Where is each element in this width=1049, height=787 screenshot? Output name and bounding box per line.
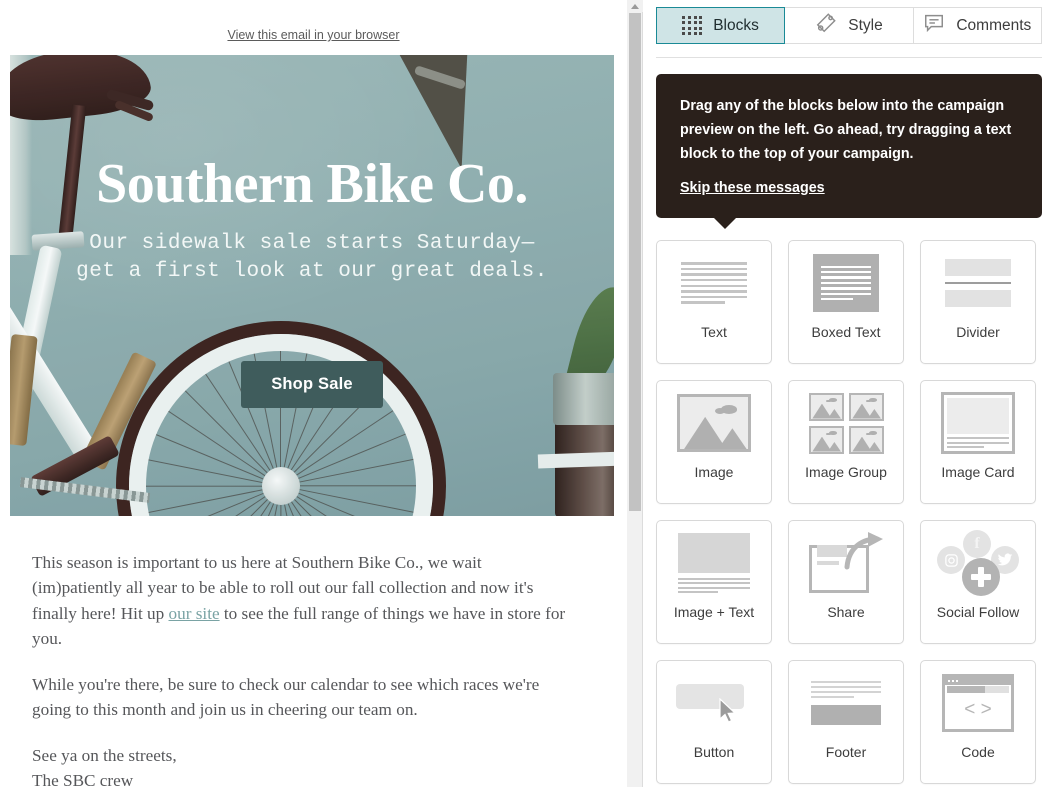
tab-style-label: Style: [848, 16, 883, 34]
share-arrow-icon: [789, 521, 903, 605]
block-card-share[interactable]: Share: [788, 520, 904, 645]
block-card-divider[interactable]: Divider: [920, 240, 1036, 365]
block-card-image-card[interactable]: Image Card: [920, 380, 1036, 505]
skip-messages-link[interactable]: Skip these messages: [680, 180, 825, 196]
tab-comments-label: Comments: [956, 16, 1032, 34]
email-body-copy[interactable]: This season is important to us here at S…: [0, 516, 604, 787]
block-card-image[interactable]: Image: [656, 380, 772, 505]
social-follow-icon: f: [921, 521, 1035, 605]
block-label-code: Code: [961, 744, 995, 761]
hero-content: Southern Bike Co. Our sidewalk sale star…: [10, 55, 614, 516]
block-card-code[interactable]: < > Code: [920, 660, 1036, 785]
code-browser-icon: < >: [921, 661, 1035, 745]
block-card-button[interactable]: Button: [656, 660, 772, 785]
hero-subtitle-line1: Our sidewalk sale starts Saturday—: [89, 232, 535, 255]
onboarding-tooltip: Drag any of the blocks below into the ca…: [656, 74, 1042, 230]
add-social-icon: [962, 558, 1000, 597]
our-site-link[interactable]: our site: [169, 604, 220, 623]
image-group-icon: [789, 381, 903, 465]
instagram-icon: [937, 546, 965, 575]
text-lines-icon: [657, 241, 771, 325]
block-card-boxed-text[interactable]: Boxed Text: [788, 240, 904, 365]
signature-line-1: See ya on the streets,: [32, 745, 177, 765]
block-card-social-follow[interactable]: f Social Follow: [920, 520, 1036, 645]
tab-blocks[interactable]: Blocks: [656, 7, 786, 44]
tab-blocks-label: Blocks: [713, 16, 759, 34]
body-paragraph-2: While you're there, be sure to check our…: [32, 674, 540, 720]
block-card-image-group[interactable]: Image Group: [788, 380, 904, 505]
email-preview-pane: View this email in your browser Southern…: [0, 0, 627, 787]
block-label-text: Text: [701, 324, 727, 341]
tooltip-message: Drag any of the blocks below into the ca…: [680, 98, 1012, 163]
hero-image-block[interactable]: Southern Bike Co. Our sidewalk sale star…: [10, 55, 614, 516]
hero-subtitle: Our sidewalk sale starts Saturday— get a…: [76, 230, 548, 285]
block-label-image-group: Image Group: [805, 464, 887, 481]
comment-bubble-icon: [923, 12, 945, 39]
image-text-icon: [657, 521, 771, 605]
shop-sale-button[interactable]: Shop Sale: [241, 361, 383, 409]
block-label-footer: Footer: [825, 744, 867, 761]
image-icon: [657, 381, 771, 465]
block-card-text[interactable]: Text: [656, 240, 772, 365]
panel-tabs: Blocks Style Comments: [656, 7, 1042, 58]
view-in-browser-link[interactable]: View this email in your browser: [227, 28, 399, 42]
paint-tag-icon: [815, 12, 837, 39]
block-label-share: Share: [827, 604, 865, 621]
block-card-image-text[interactable]: Image + Text: [656, 520, 772, 645]
view-in-browser-row: View this email in your browser: [0, 0, 627, 55]
scrollbar-up-arrow[interactable]: [627, 0, 643, 12]
boxed-text-icon: [789, 241, 903, 325]
block-label-image-card: Image Card: [941, 464, 1015, 481]
hero-title: Southern Bike Co.: [96, 153, 528, 215]
body-signature: See ya on the streets, The SBC crew: [32, 743, 572, 787]
block-card-footer[interactable]: Footer: [788, 660, 904, 785]
block-label-boxed-text: Boxed Text: [811, 324, 881, 341]
block-label-image: Image: [694, 464, 734, 481]
block-label-image-text: Image + Text: [673, 604, 755, 621]
divider-icon: [921, 241, 1035, 325]
footer-icon: [789, 661, 903, 745]
blocks-panel: Blocks Style Comments Drag any of the bl…: [644, 0, 1049, 787]
blocks-grid: Text Boxed Text Divider Image Image Grou…: [656, 240, 1042, 785]
block-label-social-follow: Social Follow: [936, 604, 1020, 621]
block-label-divider: Divider: [956, 324, 1000, 341]
campaign-builder: View this email in your browser Southern…: [0, 0, 1049, 787]
body-paragraph-1: This season is important to us here at S…: [32, 550, 572, 652]
image-card-icon: [921, 381, 1035, 465]
preview-scrollbar[interactable]: [627, 0, 643, 787]
block-label-button: Button: [693, 744, 735, 761]
grid-dots-icon: [682, 15, 703, 36]
button-cursor-icon: [657, 661, 771, 745]
facebook-icon: f: [963, 530, 991, 559]
tab-style[interactable]: Style: [785, 7, 914, 44]
signature-line-2: The SBC crew: [32, 771, 134, 787]
tab-comments[interactable]: Comments: [913, 7, 1042, 44]
hero-subtitle-line2: get a first look at our great deals.: [76, 259, 548, 283]
scrollbar-thumb[interactable]: [629, 13, 641, 511]
